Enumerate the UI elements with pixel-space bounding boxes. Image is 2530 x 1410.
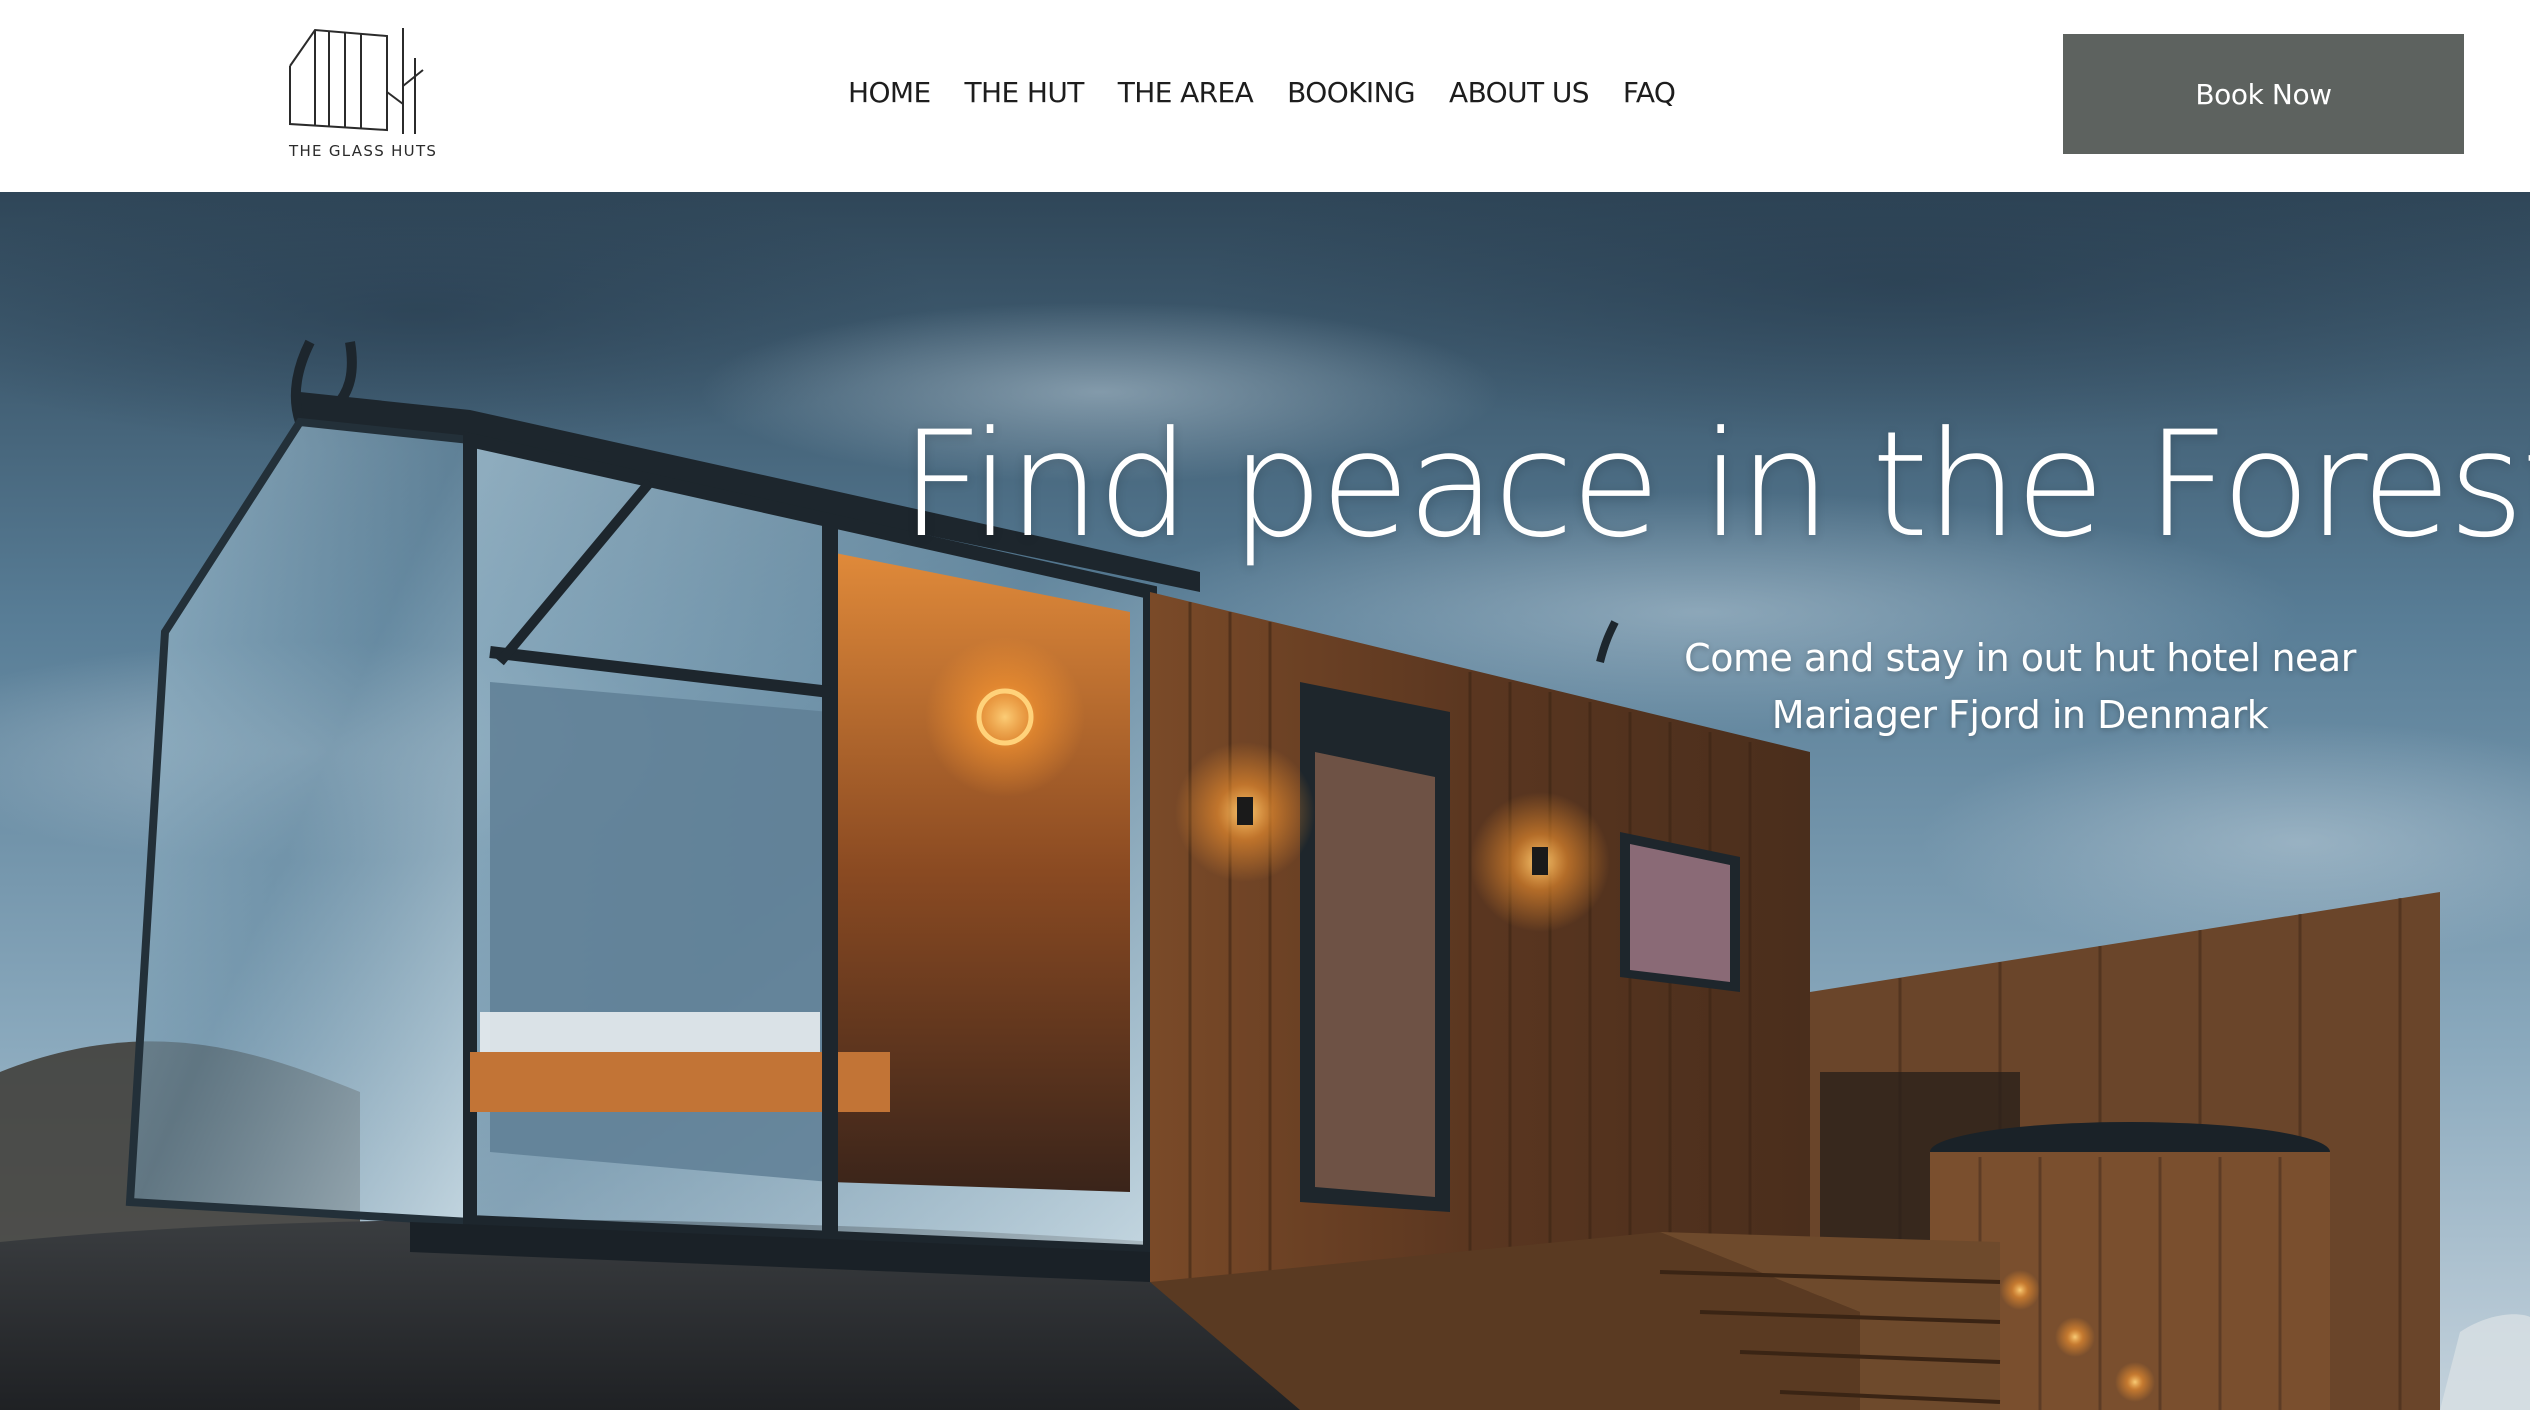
book-now-button[interactable]: Book Now — [2063, 34, 2464, 154]
glass-hut-logo-icon — [289, 28, 424, 134]
hero-subtitle-line-1: Come and stay in out hut hotel near — [1684, 636, 2356, 680]
nav-the-hut[interactable]: THE HUT — [965, 76, 1085, 109]
nav-home[interactable]: HOME — [848, 76, 931, 109]
hero-section: Find peace in the Forest Come and stay i… — [0, 192, 2530, 1410]
logo-text: THE GLASS HUTS — [289, 142, 438, 160]
nav-booking[interactable]: BOOKING — [1287, 76, 1415, 109]
hero-image — [0, 192, 2530, 1410]
logo[interactable]: THE GLASS HUTS — [287, 26, 438, 166]
hero-subtitle-line-2: Mariager Fjord in Denmark — [1771, 693, 2269, 737]
nav-faq[interactable]: FAQ — [1623, 76, 1676, 109]
hero-subtitle: Come and stay in out hut hotel near Mari… — [1620, 630, 2420, 744]
hero-title: Find peace in the Forest — [900, 400, 2530, 570]
nav-the-area[interactable]: THE AREA — [1118, 76, 1254, 109]
nav-about-us[interactable]: ABOUT US — [1449, 76, 1589, 109]
site-header: THE GLASS HUTS HOME THE HUT THE AREA BOO… — [0, 0, 2530, 192]
main-nav: HOME THE HUT THE AREA BOOKING ABOUT US F… — [848, 76, 1676, 109]
